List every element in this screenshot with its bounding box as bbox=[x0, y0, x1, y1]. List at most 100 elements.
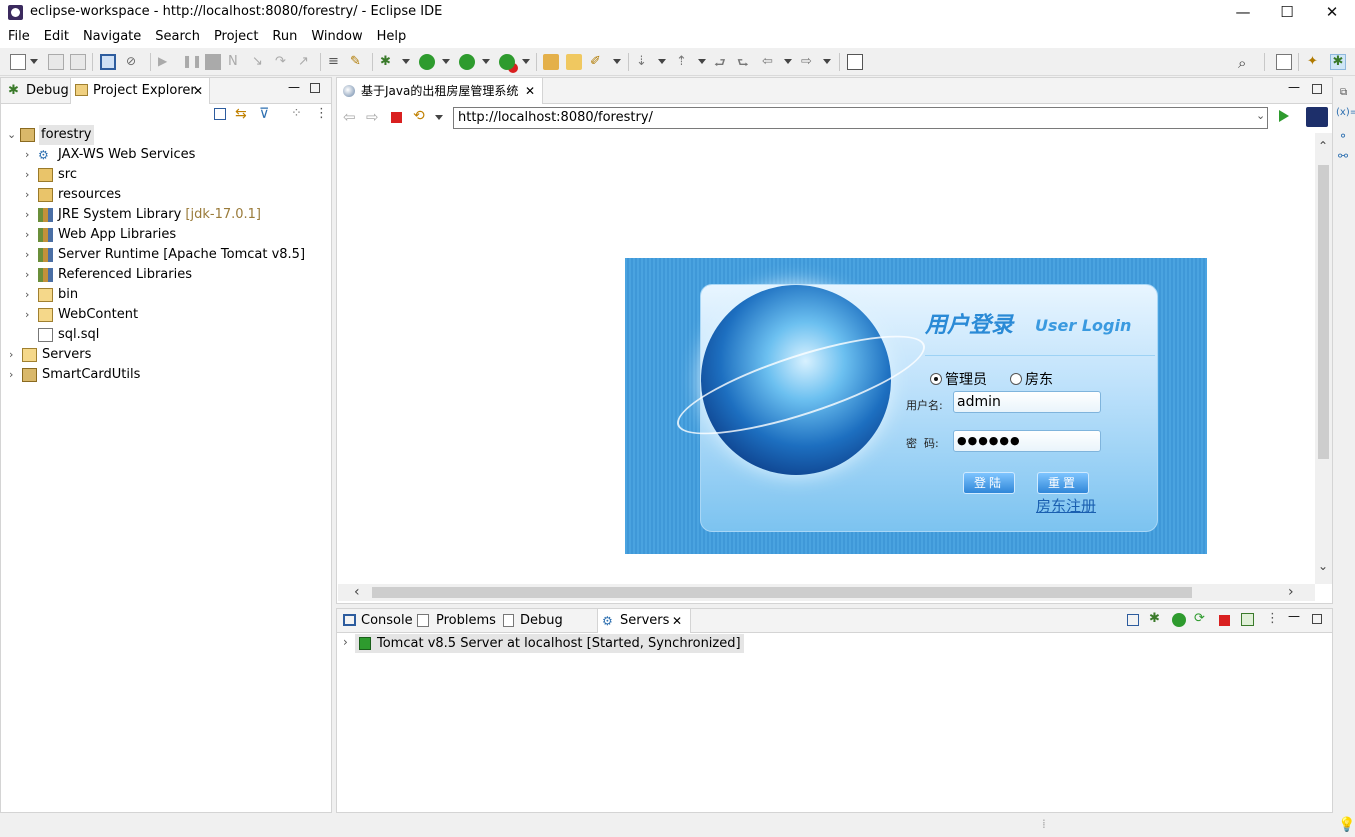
search-icon[interactable]: ⌕ bbox=[1238, 54, 1254, 72]
search-tool-icon[interactable]: ✐ bbox=[590, 54, 606, 70]
view-menu-icon[interactable]: ⋮ bbox=[315, 106, 328, 121]
collapse-all-icon[interactable] bbox=[214, 108, 226, 120]
search-tool-dropdown-icon[interactable] bbox=[613, 59, 621, 64]
chevron-right-icon[interactable]: › bbox=[25, 205, 35, 225]
chevron-right-icon[interactable]: › bbox=[25, 245, 35, 265]
previous-annotation-dropdown-icon[interactable] bbox=[698, 59, 706, 64]
collapse-all-icon[interactable] bbox=[1127, 614, 1139, 626]
eclipse-browser-icon[interactable] bbox=[1306, 107, 1328, 127]
lightbulb-icon[interactable]: 💡 bbox=[1338, 817, 1355, 833]
minimize-button[interactable]: — bbox=[1220, 0, 1266, 26]
horizontal-scrollbar[interactable]: ‹ › bbox=[338, 584, 1315, 601]
open-perspective-icon[interactable] bbox=[1276, 54, 1292, 70]
menu-navigate[interactable]: Navigate bbox=[83, 26, 141, 48]
coverage-dropdown-icon[interactable] bbox=[482, 59, 490, 64]
save-all-icon[interactable] bbox=[70, 54, 86, 70]
focus-icon[interactable]: ⁘ bbox=[291, 106, 302, 121]
role-landlord-radio[interactable]: 房东 bbox=[1010, 369, 1053, 389]
minimize-view-icon[interactable]: — bbox=[1288, 80, 1300, 94]
tree-item[interactable]: › WebContent bbox=[1, 305, 331, 325]
tree-item[interactable]: › Server Runtime [Apache Tomcat v8.5] bbox=[1, 245, 331, 265]
link-with-editor-icon[interactable]: ⇆ bbox=[235, 106, 247, 122]
tree-item[interactable]: › bin bbox=[1, 285, 331, 305]
pin-editor-icon[interactable] bbox=[847, 54, 863, 70]
chevron-right-icon[interactable]: › bbox=[25, 185, 35, 205]
tree-item[interactable]: › Referenced Libraries bbox=[1, 265, 331, 285]
menu-window[interactable]: Window bbox=[311, 26, 362, 48]
coverage-icon[interactable] bbox=[459, 54, 475, 70]
menu-search[interactable]: Search bbox=[155, 26, 200, 48]
forward-icon[interactable]: ⇨ bbox=[801, 54, 817, 70]
chevron-right-icon[interactable]: › bbox=[25, 165, 35, 185]
reset-button[interactable]: 重置 bbox=[1037, 472, 1089, 494]
step-into-icon[interactable]: ↘ bbox=[252, 54, 268, 70]
password-input[interactable]: ●●●●●● bbox=[953, 430, 1101, 452]
step-over-icon[interactable]: ↷ bbox=[275, 54, 291, 70]
external-tools-icon[interactable] bbox=[499, 54, 515, 70]
close-icon[interactable]: ✕ bbox=[672, 609, 682, 633]
new-icon[interactable] bbox=[10, 54, 26, 70]
maximize-button[interactable]: ☐ bbox=[1264, 0, 1310, 26]
chevron-right-icon[interactable]: › bbox=[25, 285, 35, 305]
close-icon[interactable]: ✕ bbox=[525, 78, 535, 104]
debug-dropdown-icon[interactable] bbox=[402, 59, 410, 64]
previous-annotation-icon[interactable]: ⇡ bbox=[676, 54, 692, 70]
run-dropdown-icon[interactable] bbox=[442, 59, 450, 64]
expressions-icon[interactable]: ⚯ bbox=[1338, 149, 1348, 163]
chevron-right-icon[interactable]: › bbox=[25, 225, 35, 245]
tree-item[interactable]: › src bbox=[1, 165, 331, 185]
profile-server-icon[interactable]: ⟳ bbox=[1194, 611, 1205, 626]
open-folder-icon[interactable] bbox=[566, 54, 582, 70]
tree-item[interactable]: › JRE System Library [jdk-17.0.1] bbox=[1, 205, 331, 225]
skip-breakpoints-icon[interactable]: ⊘ bbox=[126, 54, 142, 70]
scroll-thumb[interactable] bbox=[372, 587, 1192, 598]
tab-debug[interactable]: ✱ Debug bbox=[5, 78, 71, 104]
refresh-dropdown-icon[interactable] bbox=[435, 115, 443, 120]
scroll-thumb[interactable] bbox=[1318, 165, 1329, 459]
tab-debug-shell[interactable]: Debug Shell bbox=[501, 609, 595, 652]
maximize-view-icon[interactable] bbox=[1312, 614, 1322, 624]
new-package-icon[interactable] bbox=[543, 54, 559, 70]
back-dropdown-icon[interactable] bbox=[784, 59, 792, 64]
tab-console[interactable]: Console bbox=[341, 609, 413, 633]
login-button[interactable]: 登陆 bbox=[963, 472, 1015, 494]
vertical-scrollbar[interactable]: ⌃ ⌄ bbox=[1315, 133, 1332, 584]
step-return-icon[interactable]: ↗ bbox=[298, 54, 314, 70]
username-input[interactable]: admin bbox=[953, 391, 1101, 413]
menu-project[interactable]: Project bbox=[214, 26, 258, 48]
menu-help[interactable]: Help bbox=[377, 26, 407, 48]
tree-item[interactable]: › Web App Libraries bbox=[1, 225, 331, 245]
tab-project-explorer[interactable]: Project Explorer ✕ bbox=[70, 78, 210, 104]
new-dropdown-icon[interactable] bbox=[30, 59, 38, 64]
last-edit-icon[interactable]: ⮐ bbox=[714, 54, 730, 71]
chevron-right-icon[interactable]: › bbox=[25, 145, 35, 165]
close-button[interactable]: ✕ bbox=[1309, 0, 1355, 26]
tree-item[interactable]: sql.sql bbox=[1, 325, 331, 345]
menu-edit[interactable]: Edit bbox=[44, 26, 69, 48]
restore-icon[interactable]: ⧉ bbox=[1340, 87, 1347, 98]
chevron-right-icon[interactable]: › bbox=[25, 305, 35, 325]
chevron-right-icon[interactable]: › bbox=[25, 265, 35, 285]
next-annotation-icon[interactable]: ⇣ bbox=[636, 54, 652, 70]
maximize-view-icon[interactable] bbox=[310, 83, 320, 93]
debug-icon[interactable]: ✱ bbox=[380, 54, 396, 70]
chevron-right-icon[interactable]: › bbox=[343, 635, 348, 649]
scroll-up-icon[interactable]: ⌃ bbox=[1318, 139, 1328, 153]
terminate-icon[interactable] bbox=[205, 54, 221, 70]
filter-icon[interactable]: ⊽ bbox=[259, 106, 269, 122]
disconnect-icon[interactable]: N bbox=[228, 54, 244, 70]
use-step-filters-icon[interactable]: ≡ bbox=[328, 54, 344, 70]
stop-server-icon[interactable] bbox=[1219, 615, 1230, 626]
debug-server-icon[interactable]: ✱ bbox=[1149, 611, 1160, 626]
url-input[interactable]: http://localhost:8080/forestry/ bbox=[453, 107, 1268, 129]
tab-problems[interactable]: Problems bbox=[415, 609, 497, 633]
refresh-icon[interactable]: ⟲ bbox=[413, 108, 425, 124]
minimize-view-icon[interactable]: — bbox=[288, 80, 300, 94]
terminal-icon[interactable] bbox=[100, 54, 116, 70]
tab-servers[interactable]: ⚙ Servers ✕ bbox=[597, 609, 691, 633]
minimize-view-icon[interactable]: — bbox=[1288, 609, 1300, 623]
breakpoints-icon[interactable]: ⚬ bbox=[1338, 129, 1348, 143]
stop-icon[interactable] bbox=[391, 112, 402, 123]
java-ee-perspective-icon[interactable]: ✦ bbox=[1307, 54, 1323, 70]
server-row[interactable]: Tomcat v8.5 Server at localhost [Started… bbox=[355, 634, 744, 653]
